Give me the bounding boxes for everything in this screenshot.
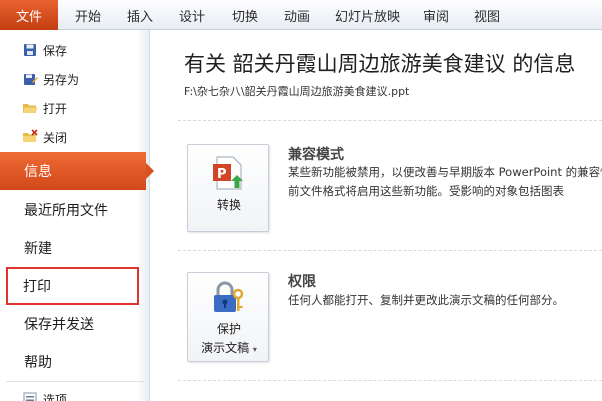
nav-save-as[interactable]: 另存为 [0,65,150,93]
page-title: 有关 韶关丹霞山周边旅游美食建议 的信息 [184,52,576,76]
tab-review[interactable]: 审阅 [423,0,449,30]
protect-button-label2-text: 演示文稿 [201,341,250,355]
tab-view[interactable]: 视图 [474,0,500,30]
tab-home[interactable]: 开始 [75,0,101,30]
tab-insert[interactable]: 插入 [127,0,153,30]
compat-title: 兼容模式 [288,147,344,163]
protect-button-label2: 演示文稿 ▾ [188,339,270,356]
nav-save-as-label: 另存为 [43,72,80,87]
tab-design[interactable]: 设计 [179,0,205,30]
permissions-title: 权限 [288,274,316,290]
convert-button[interactable]: P 转换 [187,144,269,232]
open-folder-icon [22,100,38,116]
tab-animations[interactable]: 动画 [284,0,310,30]
ribbon-tab-bar: 文件 开始 插入 设计 切换 动画 幻灯片放映 审阅 视图 [0,0,602,30]
convert-ppt-icon: P [211,155,247,195]
dropdown-arrow-icon: ▾ [252,345,257,354]
svg-text:P: P [217,167,227,182]
nav-save-send[interactable]: 保存并发送 [0,305,150,343]
nav-save-label: 保存 [43,43,68,58]
save-as-icon [22,71,38,87]
nav-options[interactable]: 选项 [0,385,150,401]
nav-options-label: 选项 [43,392,68,401]
protect-presentation-button[interactable]: 保护 演示文稿 ▾ [187,272,269,362]
lock-key-icon [210,281,246,319]
section-divider [178,120,602,121]
tab-file[interactable]: 文件 [0,0,58,30]
nav-open[interactable]: 打开 [0,94,150,122]
nav-close[interactable]: 关闭 [0,123,150,151]
permissions-description: 任何人都能打开、复制并更改此演示文稿的任何部分。 [288,293,564,307]
nav-print[interactable]: 打印 [6,267,139,305]
nav-open-label: 打开 [43,101,68,116]
section-divider [178,250,602,251]
save-icon [22,42,38,58]
nav-separator [6,381,144,382]
backstage-nav: 保存 另存为 打开 关闭 信息 最近所用文件 新建 打印 保存并发送 帮助 选项 [0,30,154,401]
protect-button-label1: 保护 [216,322,241,336]
close-folder-icon [22,129,38,145]
file-path: F:\杂七杂八\韶关丹霞山周边旅游美食建议.ppt [184,85,410,98]
compat-description-line2: 前文件格式将启用这些新功能。受影响的对象包括图表 [288,184,564,198]
compat-description-line1: 某些新功能被禁用，以便改善与早期版本 PowerPoint 的兼容性 [288,165,602,179]
convert-button-label: 转换 [216,198,241,212]
nav-recent[interactable]: 最近所用文件 [0,191,150,229]
nav-new[interactable]: 新建 [0,229,150,267]
nav-info[interactable]: 信息 [0,152,154,190]
nav-help[interactable]: 帮助 [0,343,150,381]
tab-transitions[interactable]: 切换 [232,0,258,30]
tab-slideshow[interactable]: 幻灯片放映 [335,0,400,30]
nav-save[interactable]: 保存 [0,36,150,64]
section-divider [178,380,602,381]
options-icon [22,391,38,401]
nav-close-label: 关闭 [43,130,68,145]
